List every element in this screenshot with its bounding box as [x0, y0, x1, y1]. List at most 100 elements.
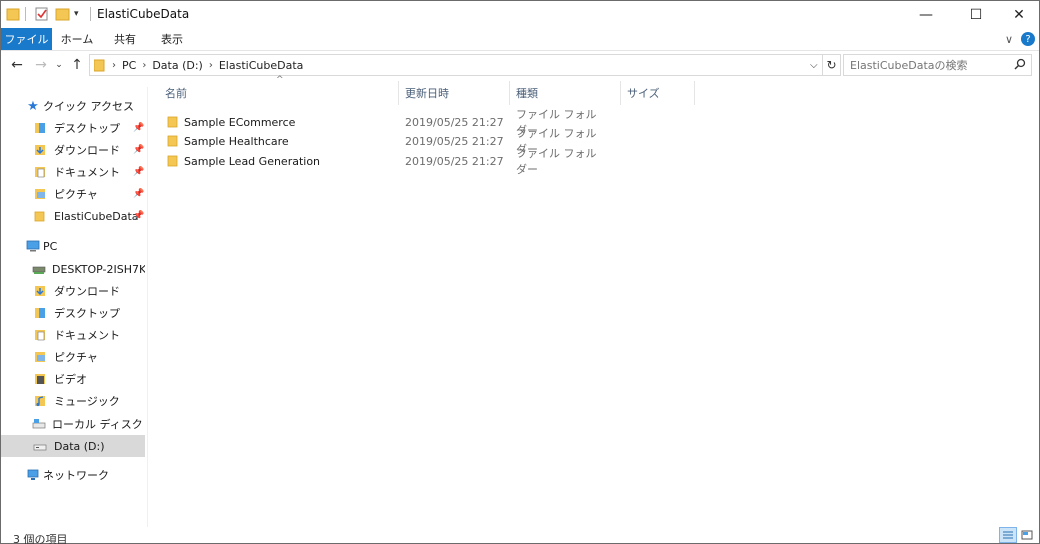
column-header-size[interactable]: サイズ	[621, 81, 695, 105]
breadcrumb-elasticubedata[interactable]: ElastiCubeData	[219, 59, 304, 72]
pin-icon[interactable]: 📌	[133, 145, 144, 155]
window-title: ElastiCubeData	[97, 7, 190, 21]
ribbon-expand-icon[interactable]: ∨	[999, 28, 1019, 50]
nav-label: ElastiCubeData	[54, 209, 139, 223]
nav-label: デスクトップ	[54, 307, 120, 320]
new-folder-icon[interactable]	[55, 5, 71, 23]
ribbon-tabs: ファイル ホーム 共有 表示 ∨ ?	[1, 28, 1039, 51]
nav-network[interactable]: ネットワーク	[1, 464, 145, 486]
breadcrumb-separator-icon: ›	[142, 59, 147, 71]
nav-label: DESKTOP-2ISH7KI (I	[52, 262, 145, 276]
search-box[interactable]	[843, 54, 1032, 76]
close-button[interactable]: ✕	[996, 1, 1040, 28]
nav-pc-pictures[interactable]: ピクチャ	[1, 346, 145, 368]
folder-icon	[167, 116, 179, 131]
downloads-folder-icon	[32, 143, 48, 157]
tab-share[interactable]: 共有	[105, 28, 145, 50]
column-header-type[interactable]: 種類	[510, 81, 621, 105]
help-icon-glyph: ?	[1021, 32, 1035, 46]
nav-pc[interactable]: PC	[1, 235, 145, 257]
nav-label: Data (D:)	[54, 439, 105, 453]
tab-view[interactable]: 表示	[152, 28, 192, 50]
nav-label: ローカル ディスク (C:)	[52, 418, 145, 431]
star-icon: ★	[27, 98, 39, 114]
file-type: ファイル フォルダー	[516, 147, 597, 176]
nav-quick-desktop[interactable]: デスクトップ 📌	[1, 117, 145, 139]
nav-quick-pictures[interactable]: ピクチャ 📌	[1, 183, 145, 205]
details-view-icon[interactable]	[999, 527, 1017, 543]
file-modified: 2019/05/25 21:27	[405, 115, 504, 129]
nav-label: ビデオ	[54, 373, 87, 386]
address-dropdown-icon[interactable]: ⌵	[810, 60, 818, 71]
up-arrow-icon[interactable]: ↑	[69, 56, 85, 74]
pin-icon[interactable]: 📌	[133, 167, 144, 177]
pin-icon[interactable]: 📌	[133, 211, 144, 221]
nav-pc-desktop-device[interactable]: DESKTOP-2ISH7KI (I	[1, 258, 145, 280]
tab-home[interactable]: ホーム	[57, 28, 97, 50]
nav-label: ダウンロード	[54, 144, 120, 157]
nav-label: ドキュメント	[54, 329, 120, 342]
pane-divider[interactable]	[147, 87, 148, 527]
column-header-name[interactable]: 名前	[159, 81, 399, 105]
documents-folder-icon	[32, 328, 48, 342]
large-icons-view-icon[interactable]	[1018, 527, 1036, 543]
refresh-icon[interactable]: ↻	[823, 54, 841, 76]
folder-icon	[32, 209, 48, 223]
nav-label: クイック アクセス	[43, 100, 134, 113]
nav-label: デスクトップ	[54, 122, 120, 135]
nav-label: ピクチャ	[54, 188, 98, 201]
status-item-count: 3 個の項目	[13, 533, 68, 544]
nav-pc-local-disk[interactable]: ローカル ディスク (C:)	[1, 413, 145, 435]
customize-quick-access-icon[interactable]: ▾	[74, 5, 79, 23]
title-separator	[90, 7, 91, 21]
tab-file[interactable]: ファイル	[1, 28, 52, 50]
pictures-folder-icon	[32, 350, 48, 364]
file-name: Sample ECommerce	[184, 115, 296, 129]
breadcrumb-data-drive[interactable]: Data (D:)	[152, 59, 203, 72]
network-drive-icon	[32, 262, 46, 276]
nav-quick-documents[interactable]: ドキュメント 📌	[1, 161, 145, 183]
music-folder-icon	[32, 394, 48, 408]
pin-icon[interactable]: 📌	[133, 189, 144, 199]
nav-quick-downloads[interactable]: ダウンロード 📌	[1, 139, 145, 161]
address-bar[interactable]: › PC › Data (D:) › ElastiCubeData ⌵	[89, 54, 823, 76]
maximize-button[interactable]: ☐	[953, 1, 999, 28]
nav-pc-music[interactable]: ミュージック	[1, 390, 145, 412]
nav-label: ピクチャ	[54, 351, 98, 364]
nav-label: ミュージック	[54, 395, 120, 408]
nav-quick-elasticubedata[interactable]: ElastiCubeData 📌	[1, 205, 145, 227]
nav-quick-access[interactable]: ★ クイック アクセス	[1, 95, 145, 117]
minimize-button[interactable]: —	[903, 1, 949, 28]
recent-locations-icon[interactable]: ⌄	[54, 56, 64, 74]
nav-pc-data-drive[interactable]: Data (D:)	[1, 435, 145, 457]
network-icon	[25, 468, 41, 482]
breadcrumb-separator-icon: ›	[208, 59, 213, 71]
nav-pc-desktop[interactable]: デスクトップ	[1, 302, 145, 324]
pin-icon[interactable]: 📌	[133, 123, 144, 133]
file-row[interactable]: Sample Lead Generation 2019/05/25 21:27 …	[161, 147, 601, 176]
drive-icon	[32, 439, 48, 453]
nav-pc-downloads[interactable]: ダウンロード	[1, 280, 145, 302]
nav-pc-documents[interactable]: ドキュメント	[1, 324, 145, 346]
search-input[interactable]	[850, 58, 1015, 72]
breadcrumb-separator-icon: ›	[112, 59, 116, 71]
videos-folder-icon	[32, 372, 48, 386]
file-name: Sample Lead Generation	[184, 154, 321, 168]
folder-icon	[167, 135, 179, 150]
desktop-folder-icon	[32, 306, 48, 320]
app-folder-icon	[6, 5, 20, 23]
address-folder-icon	[94, 58, 106, 72]
nav-pc-videos[interactable]: ビデオ	[1, 368, 145, 390]
pictures-folder-icon	[32, 187, 48, 201]
documents-folder-icon	[32, 165, 48, 179]
forward-arrow-icon[interactable]: →	[33, 56, 49, 74]
breadcrumb-pc[interactable]: PC	[122, 59, 136, 72]
properties-icon[interactable]	[34, 5, 50, 23]
folder-icon	[167, 155, 179, 170]
help-icon[interactable]: ?	[1020, 28, 1036, 50]
back-arrow-icon[interactable]: ←	[9, 56, 25, 74]
column-header-modified[interactable]: 更新日時	[399, 81, 510, 105]
search-icon[interactable]	[1014, 58, 1026, 73]
nav-label: ネットワーク	[43, 469, 109, 482]
file-modified: 2019/05/25 21:27	[405, 134, 504, 148]
